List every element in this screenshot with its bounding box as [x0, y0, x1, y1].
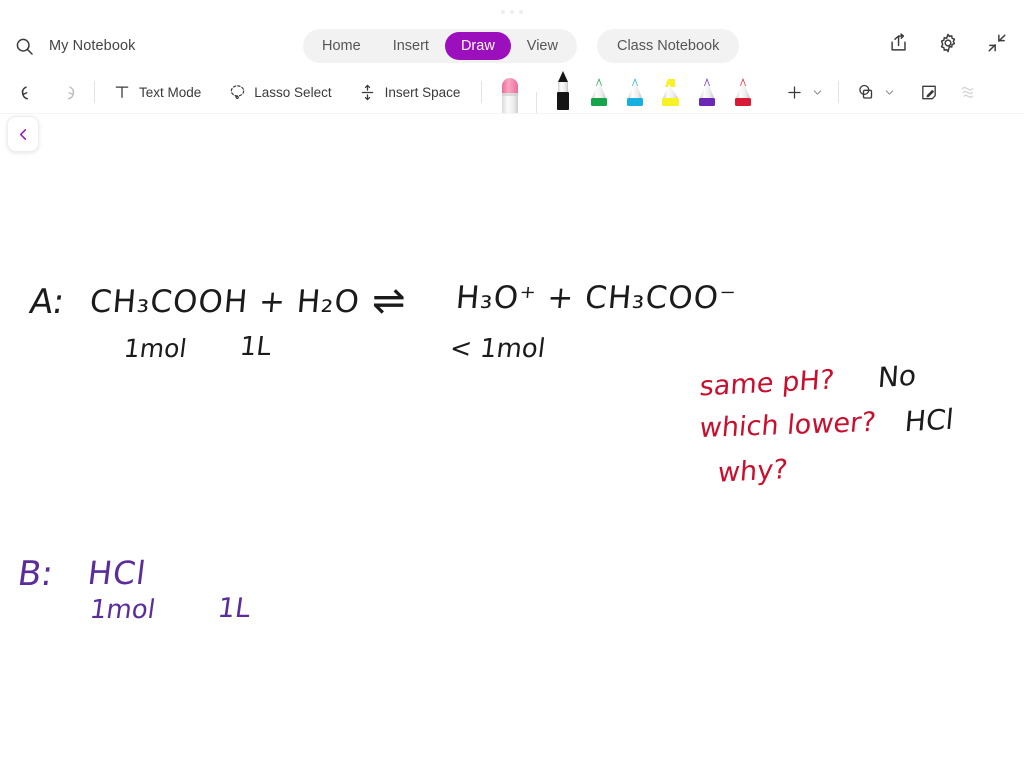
toolbar-divider [481, 81, 483, 103]
ink-amount-hydronium: < 1mol [448, 334, 547, 364]
ink-line-b-amount: 1mol [87, 595, 158, 625]
ink-line-b-label: B: [15, 554, 56, 594]
ink-replay-icon [959, 82, 979, 102]
tool-highlighter-yellow[interactable] [653, 70, 689, 114]
tool-pen-black[interactable] [545, 70, 581, 114]
lasso-select-button[interactable]: Lasso Select [220, 76, 338, 108]
ink-question-same-ph: same pH? [698, 364, 836, 403]
ink-line-a-reactants: CH₃COOH + H₂O [88, 284, 362, 320]
insert-space-label: Insert Space [384, 84, 461, 100]
primary-tab-group: Home Insert Draw View [303, 29, 577, 63]
gear-icon[interactable] [935, 30, 961, 56]
plus-icon [784, 82, 804, 102]
toolbar-divider [94, 81, 95, 103]
lasso-select-label: Lasso Select [254, 84, 332, 100]
ink-answer-which-lower: HCl [903, 402, 955, 439]
drag-dot [519, 10, 523, 14]
tab-class-notebook[interactable]: Class Notebook [601, 32, 735, 60]
ink-answer-same-ph: No [876, 358, 918, 395]
tab-view[interactable]: View [511, 32, 574, 60]
search-icon[interactable] [12, 34, 36, 58]
shapes-icon [856, 82, 876, 102]
drag-dot [501, 10, 505, 14]
text-icon [112, 82, 132, 102]
toolbar-divider [838, 81, 840, 103]
undo-icon [19, 82, 39, 102]
insert-space-icon [358, 82, 378, 102]
chevron-down-icon [883, 82, 895, 102]
secondary-tab-group: Class Notebook [596, 29, 740, 63]
notebook-title: My Notebook [49, 38, 136, 54]
ink-question-which-lower: which lower? [698, 406, 878, 445]
pen-tray [492, 70, 761, 114]
tab-draw[interactable]: Draw [444, 32, 511, 60]
text-mode-button[interactable]: Text Mode [105, 76, 208, 108]
redo-button[interactable] [50, 76, 84, 108]
draw-toolbar: Text Mode Lasso Select Insert Space [0, 70, 1024, 114]
tool-eraser[interactable] [492, 70, 528, 114]
tool-pen-purple[interactable] [689, 70, 725, 114]
add-pen-button[interactable] [777, 76, 830, 108]
tool-pen-red[interactable] [725, 70, 761, 114]
notebook-app: My Notebook Home Insert Draw View Class … [0, 0, 1024, 768]
note-canvas[interactable]: A: CH₃COOH + H₂O ⇌ H₃O⁺ + CH₃COO⁻ 1mol 1… [0, 114, 1024, 768]
chevron-down-icon [811, 82, 823, 102]
sticky-note-button[interactable] [912, 76, 946, 108]
ink-line-a-products: H₃O⁺ + CH₃COO⁻ [454, 280, 738, 316]
tool-pen-blue[interactable] [617, 70, 653, 114]
ink-line-b-formula: HCl [85, 554, 149, 592]
window-drag-handle[interactable] [0, 6, 1024, 18]
ribbon-tabs: Home Insert Draw View Class Notebook [303, 29, 740, 63]
back-button[interactable] [7, 116, 39, 152]
ink-equilibrium-arrow: ⇌ [372, 278, 406, 324]
collapse-ribbon-icon[interactable] [984, 30, 1010, 56]
share-icon[interactable] [886, 30, 912, 56]
note-edit-icon [919, 82, 939, 102]
ink-question-why: why? [716, 454, 789, 489]
toolbar-divider [536, 92, 538, 114]
redo-icon [57, 82, 77, 102]
drag-dot [510, 10, 514, 14]
ink-line-a-label: A: [26, 282, 68, 322]
undo-button[interactable] [12, 76, 46, 108]
header-actions [886, 30, 1010, 56]
ink-amount-volume: 1L [238, 332, 273, 362]
tab-home[interactable]: Home [306, 32, 377, 60]
tool-pen-green[interactable] [581, 70, 617, 114]
insert-space-button[interactable]: Insert Space [351, 76, 468, 108]
ink-amount-acid: 1mol [122, 334, 189, 363]
ink-replay-button[interactable] [952, 76, 986, 108]
ink-line-b-volume: 1L [215, 593, 253, 624]
shapes-button[interactable] [849, 76, 902, 108]
lasso-icon [227, 82, 247, 102]
tab-insert[interactable]: Insert [377, 32, 445, 60]
text-mode-label: Text Mode [139, 84, 202, 100]
